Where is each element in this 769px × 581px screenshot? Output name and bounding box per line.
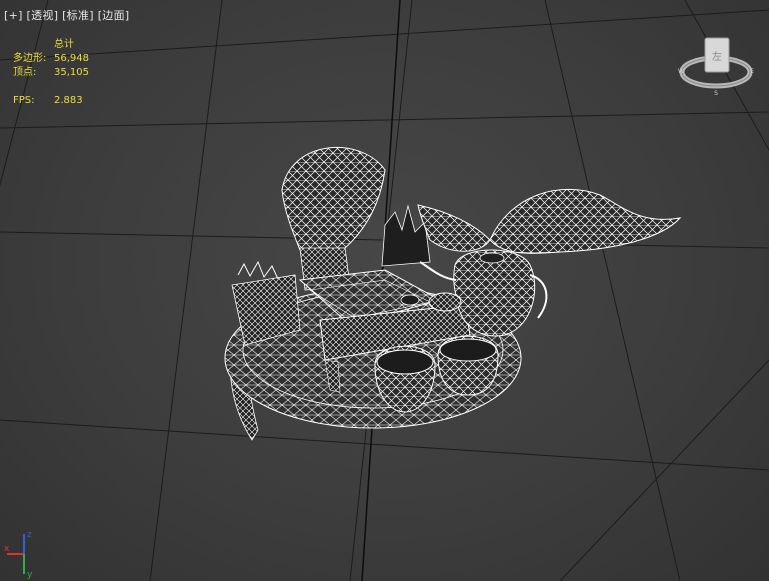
- stats-fps-value: 2.883: [54, 95, 83, 106]
- cup-small: [428, 292, 462, 312]
- perspective-viewport[interactable]: [+] [透视] [标准] [边面] 总计 多边形: 56,948 顶点: 35…: [0, 0, 769, 581]
- stats-vertices-row: 顶点: 35,105: [13, 66, 89, 80]
- viewcube-navigator[interactable]: 左 S E W: [676, 32, 756, 102]
- axis-tripod: z x y: [4, 530, 33, 579]
- axis-x-label: x: [4, 544, 10, 554]
- compass-south-label: S: [714, 90, 718, 97]
- stats-title: 总计: [54, 39, 74, 50]
- viewport-shading-standard-menu[interactable]: [标准]: [62, 9, 94, 22]
- stats-fps-label: FPS:: [13, 95, 35, 106]
- compass-east-label: E: [750, 68, 754, 75]
- stats-polygons-row: 多边形: 56,948: [13, 52, 89, 66]
- stats-polygons-value: 56,948: [54, 53, 89, 64]
- axis-y-label: y: [27, 570, 33, 579]
- wing: [489, 188, 682, 254]
- wireframe-model[interactable]: [0, 0, 769, 581]
- compass-west-label: W: [678, 68, 684, 75]
- stats-polygons-label: 多边形:: [13, 53, 47, 64]
- stats-fps-row: FPS: 2.883: [13, 94, 89, 108]
- axis-z-label: z: [27, 530, 32, 540]
- viewcube-face-label: 左: [712, 50, 722, 63]
- viewport-general-menu[interactable]: [+]: [4, 9, 23, 22]
- statistics-overlay: 总计 多边形: 56,948 顶点: 35,105 FPS: 2.883: [13, 38, 89, 108]
- shell-fan: [281, 147, 386, 251]
- viewport-shading-edges-menu[interactable]: [边面]: [98, 9, 130, 22]
- stats-vertices-value: 35,105: [54, 67, 89, 78]
- viewport-pov-menu[interactable]: [透视]: [27, 9, 59, 22]
- stats-vertices-label: 顶点:: [13, 67, 37, 78]
- viewport-label-menu[interactable]: [+] [透视] [标准] [边面]: [4, 7, 129, 23]
